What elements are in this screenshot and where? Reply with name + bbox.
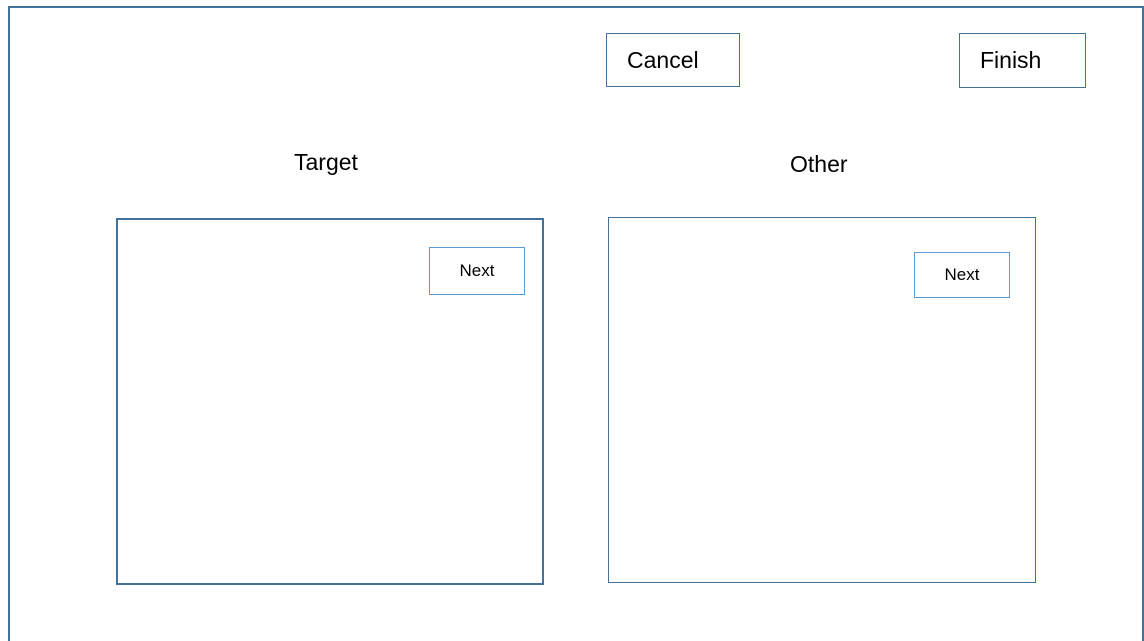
other-heading: Other — [790, 151, 848, 177]
other-panel: Next — [608, 217, 1036, 583]
target-next-button[interactable]: Next — [429, 247, 525, 295]
target-heading: Target — [294, 149, 358, 175]
target-panel: Next — [116, 218, 544, 585]
finish-button[interactable]: Finish — [959, 33, 1086, 88]
cancel-button[interactable]: Cancel — [606, 33, 740, 87]
other-next-button[interactable]: Next — [914, 252, 1010, 298]
